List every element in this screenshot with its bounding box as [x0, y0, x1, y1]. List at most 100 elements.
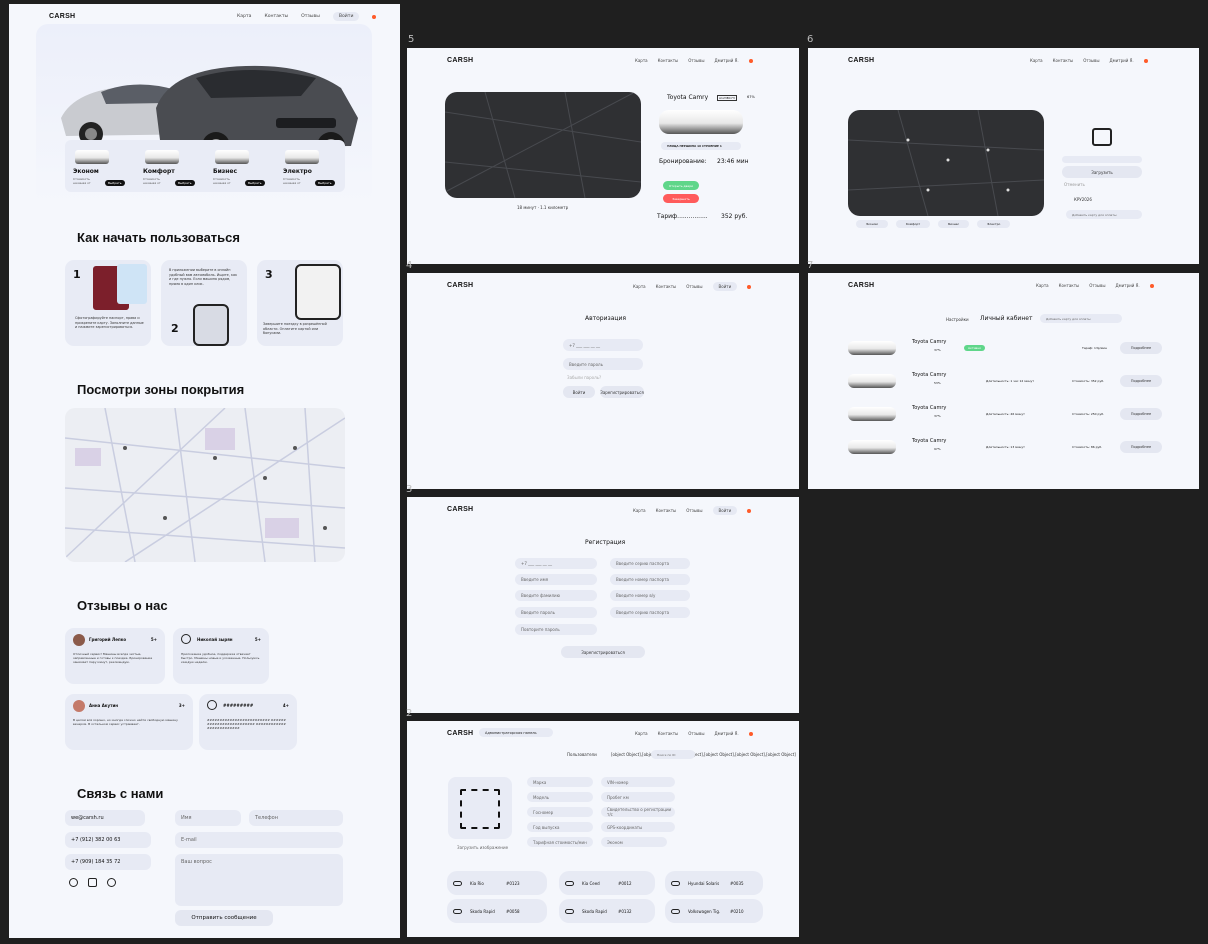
- finish-button[interactable]: Завершить: [663, 194, 699, 203]
- name-field[interactable]: Имя: [175, 810, 241, 826]
- theme-dot-icon[interactable]: [748, 731, 753, 736]
- user-menu[interactable]: Дмитрий Я.: [715, 731, 739, 736]
- license-number-field[interactable]: Введите номер в/у: [610, 590, 690, 601]
- vk-icon[interactable]: [88, 878, 97, 887]
- whatsapp-icon[interactable]: [107, 878, 116, 887]
- forgot-password-link[interactable]: Забыли пароль?: [567, 375, 601, 380]
- car-card[interactable]: Skoda Rapid #0058: [447, 899, 547, 923]
- theme-dot-icon[interactable]: [748, 58, 753, 63]
- car-card[interactable]: Skoda Rapid #0132: [559, 899, 655, 923]
- car-card[interactable]: Volkswagen Tig. #0210: [665, 899, 763, 923]
- search-input[interactable]: Поиск по ID: [651, 750, 695, 759]
- first-name-field[interactable]: Введите имя: [515, 574, 597, 585]
- logo[interactable]: CARSH: [447, 282, 473, 289]
- class-card-business[interactable]: Бизнес Стоимость начиная от Выбрать: [211, 146, 273, 190]
- tab-business[interactable]: Бизнес: [938, 220, 970, 228]
- details-button[interactable]: Подробнее: [1120, 408, 1162, 420]
- email-field[interactable]: E-mail: [175, 832, 343, 848]
- car-card[interactable]: Kia Ceed #0012: [559, 871, 655, 895]
- logo[interactable]: CARSH: [848, 57, 874, 64]
- last-name-field[interactable]: Введите фамилию: [515, 590, 597, 601]
- register-submit-button[interactable]: Зарегистрироваться: [561, 646, 645, 658]
- logo[interactable]: CARSH: [447, 730, 473, 737]
- send-button[interactable]: Отправить сообщение: [175, 910, 273, 926]
- details-button[interactable]: Подробнее: [1120, 375, 1162, 387]
- field-vin[interactable]: VIN-номер: [601, 777, 675, 787]
- upload-button[interactable]: Загрузить: [1062, 166, 1142, 178]
- nav-map[interactable]: Карта: [633, 284, 646, 289]
- theme-dot-icon[interactable]: [1149, 283, 1154, 288]
- phone-link[interactable]: +7 (909) 184 35 72: [65, 854, 151, 870]
- nav-contacts[interactable]: Контакты: [264, 14, 288, 19]
- tab-cars[interactable]: [object Object],[object Object],[object …: [611, 752, 796, 757]
- email-link[interactable]: we@carsh.ru: [65, 810, 145, 826]
- user-menu[interactable]: Дмитрий Я.: [1116, 283, 1140, 288]
- nav-contacts[interactable]: Контакты: [656, 284, 677, 289]
- tab-comfort[interactable]: Комфорт: [895, 220, 931, 228]
- theme-dot-icon[interactable]: [747, 284, 752, 289]
- tab-econom[interactable]: Эконом: [856, 220, 888, 228]
- nav-map[interactable]: Карта: [1030, 58, 1043, 63]
- image-upload-box[interactable]: [448, 777, 512, 839]
- logo[interactable]: CARSH: [447, 506, 473, 513]
- class-card-electro[interactable]: Электро Стоимость начиная от Выбрать: [281, 146, 343, 190]
- nav-contacts[interactable]: Контакты: [1053, 58, 1074, 63]
- nav-reviews[interactable]: Отзывы: [688, 731, 704, 736]
- nav-reviews[interactable]: Отзывы: [688, 58, 704, 63]
- open-doors-button[interactable]: Открыть двери: [663, 181, 699, 190]
- nav-reviews[interactable]: Отзывы: [686, 284, 702, 289]
- class-select[interactable]: Эконом: [601, 837, 667, 847]
- field-plate[interactable]: Госномер: [527, 807, 593, 817]
- user-menu[interactable]: Дмитрий Я.: [715, 58, 739, 63]
- field-brand[interactable]: Марка: [527, 777, 593, 787]
- theme-dot-icon[interactable]: [1143, 58, 1148, 63]
- question-field[interactable]: Ваш вопрос: [175, 854, 343, 906]
- class-select-button[interactable]: Выбрать: [175, 180, 195, 186]
- coverage-map[interactable]: [65, 408, 345, 562]
- class-card-econom[interactable]: Эконом Стоимость начиная от Выбрать: [71, 146, 133, 190]
- logo[interactable]: CARSH: [848, 282, 874, 289]
- logo[interactable]: CARSH: [49, 13, 75, 20]
- user-menu[interactable]: Дмитрий Я.: [1110, 58, 1134, 63]
- theme-dot-icon[interactable]: [747, 508, 752, 513]
- nav-map[interactable]: Карта: [237, 14, 251, 19]
- nav-map[interactable]: Карта: [635, 58, 648, 63]
- login-button[interactable]: Войти: [712, 506, 738, 515]
- zones-map[interactable]: [848, 110, 1044, 216]
- add-card-button[interactable]: Добавить карту для оплаты: [1040, 314, 1122, 323]
- login-submit-button[interactable]: Войти: [563, 386, 595, 398]
- car-card[interactable]: Hyundai Solaris #0035: [665, 871, 763, 895]
- password-field[interactable]: Введите пароль: [515, 607, 597, 618]
- nav-contacts[interactable]: Контакты: [656, 508, 677, 513]
- theme-dot-icon[interactable]: [372, 14, 377, 19]
- trip-map[interactable]: [445, 92, 641, 198]
- nav-reviews[interactable]: Отзывы: [1083, 58, 1099, 63]
- nav-contacts[interactable]: Контакты: [658, 58, 679, 63]
- telegram-icon[interactable]: [69, 878, 78, 887]
- nav-reviews[interactable]: Отзывы: [686, 508, 702, 513]
- tab-electro[interactable]: Электро: [977, 220, 1011, 228]
- phone-link[interactable]: +7 (912) 382 00 63: [65, 832, 151, 848]
- nav-map[interactable]: Карта: [633, 508, 646, 513]
- nav-map[interactable]: Карта: [635, 731, 648, 736]
- password-field[interactable]: Введите пароль: [563, 358, 643, 370]
- cancel-link[interactable]: Отменить: [1064, 182, 1085, 187]
- class-select-button[interactable]: Выбрать: [105, 180, 125, 186]
- settings-link[interactable]: Настройки: [946, 317, 969, 322]
- details-button[interactable]: Подробнее: [1120, 342, 1162, 354]
- field-tariff[interactable]: Тарифная стоимость/мин: [527, 837, 593, 847]
- register-button[interactable]: Зарегистрироваться: [600, 386, 644, 398]
- class-select-button[interactable]: Выбрать: [315, 180, 335, 186]
- upload-field[interactable]: [1062, 156, 1142, 163]
- field-mileage[interactable]: Пробег км: [601, 792, 675, 802]
- nav-reviews[interactable]: Отзывы: [1089, 283, 1105, 288]
- login-button[interactable]: Войти: [712, 282, 738, 291]
- passport-series-field[interactable]: Введите серию паспорта: [610, 558, 690, 569]
- phone-field[interactable]: +7 ___ ___ __ __: [515, 558, 597, 569]
- phone-field[interactable]: Телефон: [249, 810, 343, 826]
- field-year[interactable]: Год выпуска: [527, 822, 593, 832]
- class-select-button[interactable]: Выбрать: [245, 180, 265, 186]
- passport-number-field[interactable]: Введите номер паспорта: [610, 574, 690, 585]
- add-card-button[interactable]: Добавить карту для оплаты: [1066, 210, 1142, 219]
- field-registration[interactable]: Свидетельство о регистрации т/с: [601, 807, 675, 817]
